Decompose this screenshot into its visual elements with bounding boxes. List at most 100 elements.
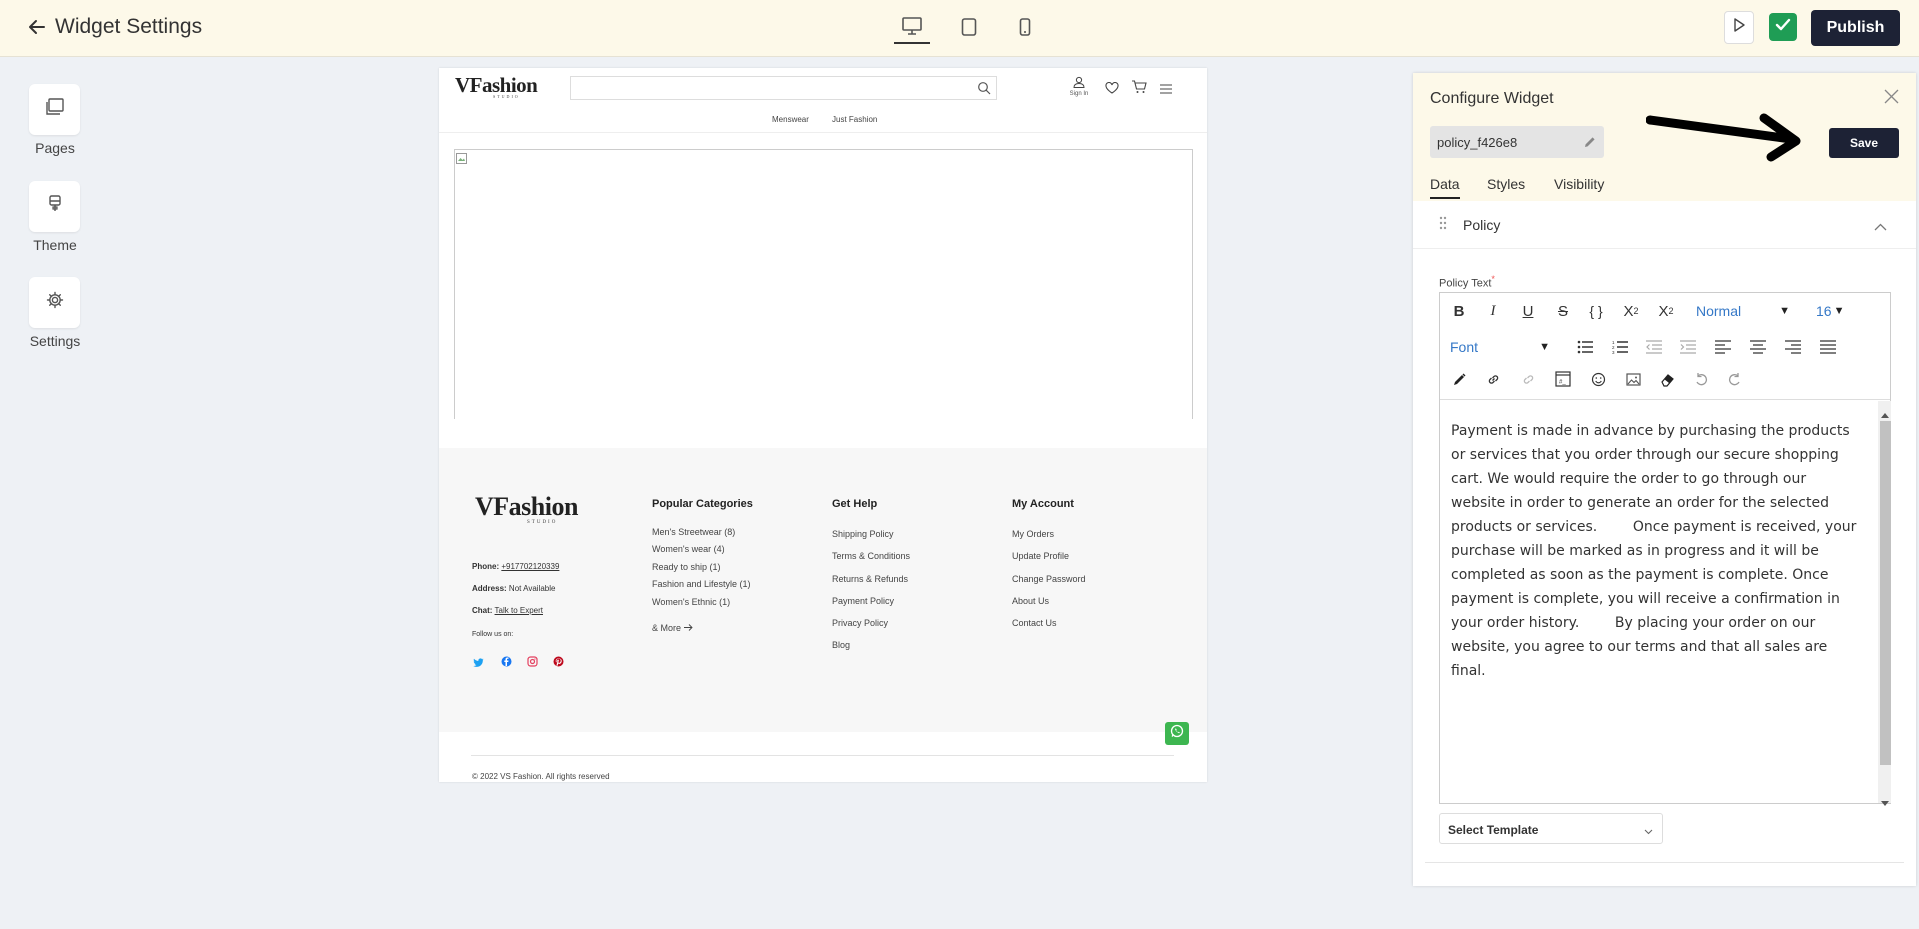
twitter-icon[interactable] bbox=[473, 655, 484, 673]
footer-link[interactable]: Payment Policy bbox=[832, 596, 894, 606]
pencil-icon[interactable] bbox=[1584, 135, 1596, 153]
undo-icon[interactable] bbox=[1689, 367, 1713, 391]
redo-icon[interactable] bbox=[1723, 367, 1747, 391]
block-format-select[interactable]: Normal ▼ bbox=[1696, 299, 1796, 323]
more-categories-link[interactable]: & More bbox=[652, 623, 693, 633]
superscript-icon[interactable]: X2 bbox=[1619, 299, 1643, 323]
footer-link[interactable]: Blog bbox=[832, 640, 850, 650]
editor-scrollbar[interactable] bbox=[1878, 401, 1891, 806]
code-icon[interactable]: { } bbox=[1584, 299, 1608, 323]
store-logo[interactable]: VFashion STUDIO bbox=[455, 74, 538, 99]
subscript-icon[interactable]: X2 bbox=[1654, 299, 1678, 323]
mobile-view-button[interactable] bbox=[1007, 14, 1043, 44]
align-left-icon[interactable] bbox=[1711, 335, 1735, 359]
drag-handle-icon[interactable] bbox=[1439, 216, 1447, 235]
preview-button[interactable] bbox=[1724, 11, 1754, 44]
underline-icon[interactable]: U bbox=[1516, 299, 1540, 323]
save-button[interactable]: Save bbox=[1829, 128, 1899, 158]
panel-title: Configure Widget bbox=[1430, 90, 1554, 107]
pages-button[interactable] bbox=[29, 84, 80, 135]
footer-link[interactable]: Ready to ship (1) bbox=[652, 562, 721, 572]
svg-text:3: 3 bbox=[1612, 350, 1615, 354]
tab-visibility[interactable]: Visibility bbox=[1554, 176, 1604, 192]
rich-text-editor: B I U S { } X2 X2 Normal ▼ 16 ▼ Font ▼ 1… bbox=[1439, 292, 1891, 806]
footer-link[interactable]: Men's Streetwear (8) bbox=[652, 527, 735, 537]
align-justify-icon[interactable] bbox=[1816, 335, 1840, 359]
footer-link[interactable]: Fashion and Lifestyle (1) bbox=[652, 579, 751, 589]
store-search-input[interactable] bbox=[570, 76, 997, 100]
numbered-list-icon[interactable]: 123 bbox=[1608, 335, 1632, 359]
bullet-list-icon[interactable] bbox=[1573, 335, 1597, 359]
footer-link[interactable]: Shipping Policy bbox=[832, 529, 894, 539]
link-icon[interactable] bbox=[1481, 367, 1505, 391]
svg-text:#_: #_ bbox=[1559, 380, 1566, 386]
settings-button[interactable] bbox=[29, 277, 80, 328]
cart-icon[interactable] bbox=[1131, 80, 1147, 99]
play-icon bbox=[1733, 18, 1745, 37]
footer-link[interactable]: About Us bbox=[1012, 596, 1049, 606]
menu-icon[interactable] bbox=[1160, 81, 1172, 99]
tab-data[interactable]: Data bbox=[1430, 176, 1460, 199]
save-draft-button[interactable] bbox=[1769, 13, 1797, 41]
publish-button[interactable]: Publish bbox=[1811, 10, 1900, 46]
footer-link[interactable]: My Orders bbox=[1012, 529, 1054, 539]
footer-link[interactable]: Update Profile bbox=[1012, 551, 1069, 561]
facebook-icon[interactable] bbox=[501, 654, 512, 672]
footer-chat: Chat: Talk to Expert bbox=[472, 606, 543, 615]
footer-link[interactable]: Returns & Refunds bbox=[832, 574, 908, 584]
dropdown-arrow-icon: ▼ bbox=[1833, 305, 1845, 317]
arrow-left-icon[interactable] bbox=[26, 16, 48, 38]
footer-link[interactable]: Change Password bbox=[1012, 574, 1086, 584]
phone-link[interactable]: +917702120339 bbox=[501, 562, 559, 571]
embed-icon[interactable]: #_ bbox=[1551, 367, 1575, 391]
footer-link[interactable]: Contact Us bbox=[1012, 618, 1057, 628]
talk-to-expert-link[interactable]: Talk to Expert bbox=[495, 606, 543, 615]
font-family-select[interactable]: Font ▼ bbox=[1450, 335, 1556, 359]
banner-image-placeholder bbox=[454, 149, 1193, 419]
footer-link[interactable]: Women's wear (4) bbox=[652, 544, 725, 554]
font-size-select[interactable]: 16 ▼ bbox=[1816, 299, 1852, 323]
instagram-icon[interactable] bbox=[527, 654, 538, 672]
strikethrough-icon[interactable]: S bbox=[1551, 299, 1575, 323]
scroll-thumb[interactable] bbox=[1880, 421, 1891, 765]
close-icon[interactable] bbox=[1884, 89, 1899, 109]
indent-icon[interactable] bbox=[1676, 335, 1700, 359]
gear-icon bbox=[46, 291, 64, 314]
nav-link-menswear[interactable]: Menswear bbox=[772, 115, 809, 124]
arrow-right-icon bbox=[683, 623, 693, 633]
theme-button[interactable] bbox=[29, 181, 80, 232]
whatsapp-button[interactable] bbox=[1165, 722, 1189, 745]
footer-link[interactable]: Women's Ethnic (1) bbox=[652, 597, 730, 607]
nav-link-just-fashion[interactable]: Just Fashion bbox=[832, 115, 877, 124]
sign-in-link[interactable]: Sign In bbox=[1067, 75, 1091, 97]
scroll-down-icon[interactable] bbox=[1881, 793, 1889, 811]
desktop-icon bbox=[902, 16, 922, 40]
search-icon[interactable] bbox=[977, 81, 991, 100]
tab-styles[interactable]: Styles bbox=[1487, 176, 1525, 192]
pinterest-icon[interactable] bbox=[553, 654, 564, 672]
emoji-icon[interactable] bbox=[1586, 367, 1610, 391]
image-icon[interactable] bbox=[1621, 367, 1645, 391]
color-picker-icon[interactable] bbox=[1447, 367, 1471, 391]
heart-icon[interactable] bbox=[1105, 81, 1119, 99]
store-footer: VFashion STUDIO Phone: +917702120339 Add… bbox=[439, 448, 1207, 781]
unlink-icon[interactable] bbox=[1516, 367, 1540, 391]
italic-icon[interactable]: I bbox=[1481, 299, 1505, 323]
bold-icon[interactable]: B bbox=[1447, 299, 1471, 323]
configure-widget-panel: Configure Widget Data Styles Visibility … bbox=[1413, 73, 1916, 886]
footer-link[interactable]: Privacy Policy bbox=[832, 618, 888, 628]
align-right-icon[interactable] bbox=[1781, 335, 1805, 359]
user-icon bbox=[1073, 75, 1085, 92]
footer-address: Address: Not Available bbox=[472, 584, 556, 593]
widget-name-field[interactable] bbox=[1430, 126, 1604, 158]
policy-section-header[interactable]: Policy bbox=[1413, 201, 1916, 249]
policy-text-content[interactable]: Payment is made in advance by purchasing… bbox=[1451, 419, 1861, 683]
tablet-view-button[interactable] bbox=[951, 14, 987, 44]
footer-link[interactable]: Terms & Conditions bbox=[832, 551, 910, 561]
template-select[interactable]: Select Template bbox=[1439, 813, 1663, 844]
outdent-icon[interactable] bbox=[1642, 335, 1666, 359]
chevron-up-icon[interactable] bbox=[1874, 218, 1887, 236]
eraser-icon[interactable] bbox=[1655, 367, 1679, 391]
align-center-icon[interactable] bbox=[1746, 335, 1770, 359]
desktop-view-button[interactable] bbox=[894, 14, 930, 44]
